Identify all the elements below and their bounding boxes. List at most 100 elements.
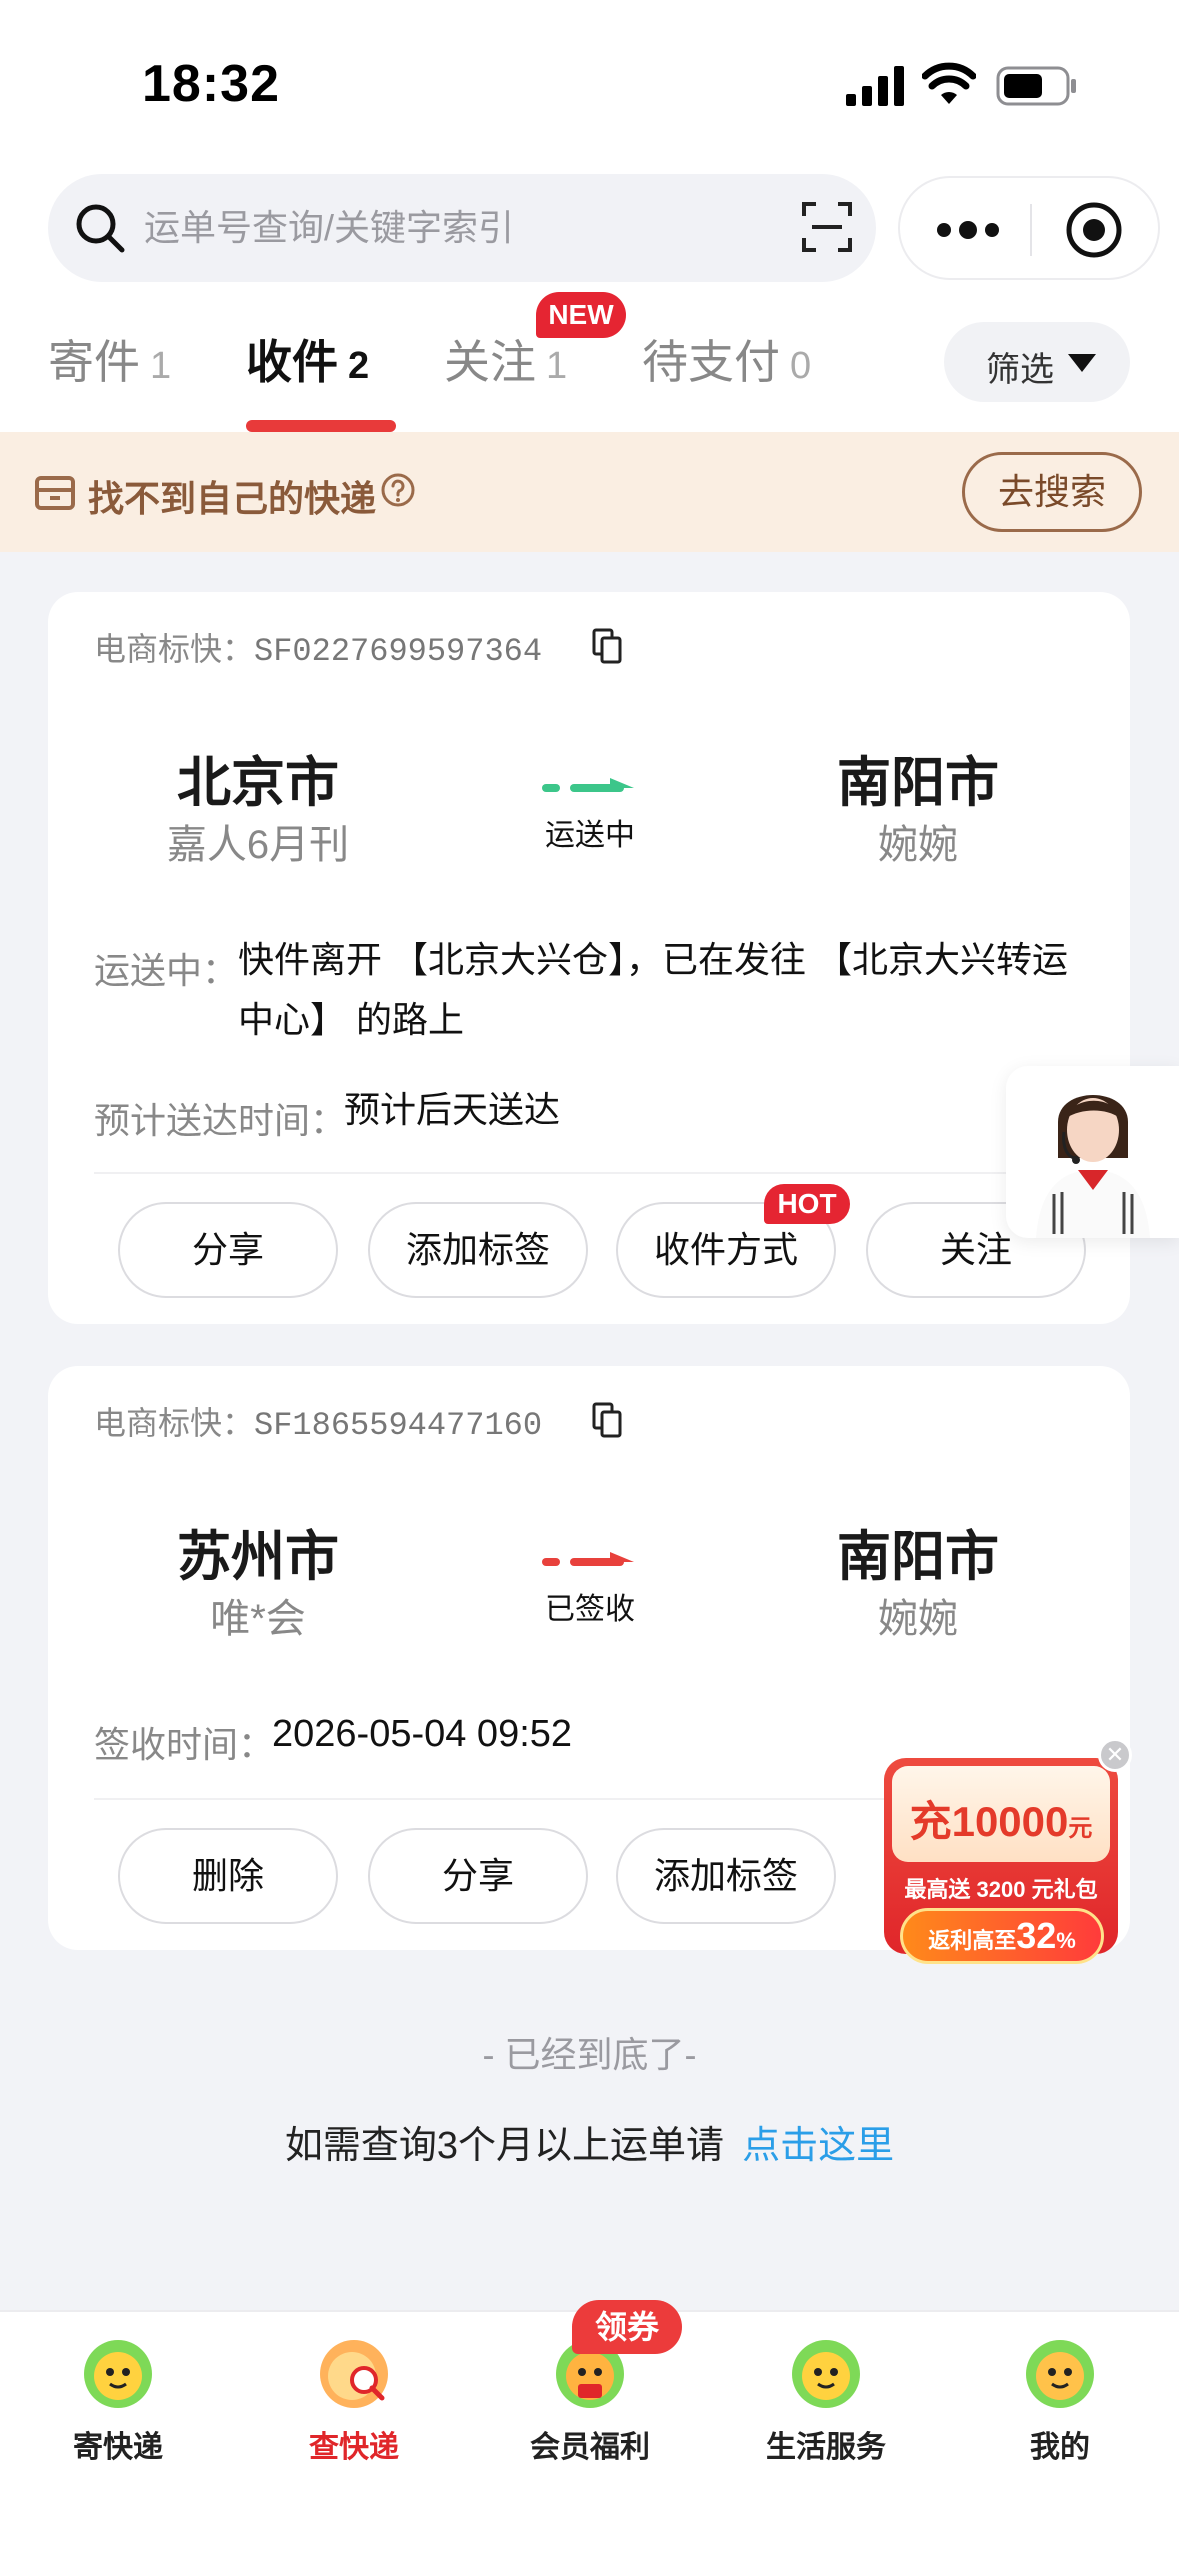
transit-arrow-icon (542, 778, 634, 792)
promo-amount-unit: 元 (1068, 1815, 1093, 1842)
new-badge: NEW (536, 292, 626, 338)
promo-body: 充10000元 最高送 3200 元礼包 返利高至32% (884, 1758, 1118, 1964)
battery-icon (996, 66, 1076, 106)
tab-pending-label: 待支付 (642, 336, 780, 388)
waybill-type: 电商标快： (94, 1405, 255, 1441)
status-time: 18:32 (142, 55, 280, 113)
rebate-unit: % (1056, 1928, 1076, 1953)
caret-down-icon (1068, 354, 1096, 372)
box-icon (35, 476, 75, 510)
sender-name: 嘉人6月刊 (166, 823, 350, 867)
shipment-status: 已签收 (545, 1593, 635, 1626)
active-tab-indicator (246, 420, 396, 432)
promo-rebate: 返利高至32% (900, 1908, 1104, 1964)
tab-receive-count: 2 (348, 345, 370, 387)
help-icon[interactable] (380, 472, 416, 508)
close-icon[interactable]: ✕ (1098, 1738, 1132, 1772)
life-services-icon (792, 2340, 860, 2408)
signed-time-label: 签收时间： (94, 1724, 275, 1765)
signed-time-value: 2026-05-04 09:52 (272, 1713, 573, 1755)
copy-icon[interactable] (592, 1402, 622, 1438)
tab-send[interactable]: 寄件 1 (48, 326, 171, 392)
share-button[interactable]: 分享 (368, 1828, 588, 1924)
promo-gift-text: 最高送 3200 元礼包 (904, 1877, 1098, 1902)
promo-amount: 充10000元 (892, 1788, 1110, 1849)
origin-city: 北京市 (177, 753, 339, 813)
search-icon (76, 204, 125, 253)
tab-send-label: 寄件 (48, 336, 140, 388)
wifi-icon (922, 62, 976, 104)
tab-follow-count: 1 (546, 345, 568, 387)
coupon-badge[interactable]: 领券 (572, 2300, 682, 2354)
waybill-type: 电商标快： (94, 631, 255, 667)
sender-name: 唯*会 (210, 1597, 306, 1641)
rebate-prefix: 返利高至 (928, 1928, 1017, 1953)
capsule-divider (1030, 204, 1032, 256)
status-bar: 18:32 (0, 0, 1179, 160)
waybill-number: SF0227699597364 (254, 633, 543, 670)
recharge-promo[interactable]: 充10000元 最高送 3200 元礼包 返利高至32% ✕ (884, 1738, 1132, 1980)
tab-pending-count: 0 (790, 345, 812, 387)
missing-package-notice: 找不到自己的快递 去搜索 (0, 432, 1179, 552)
cellular-signal-icon (846, 66, 904, 106)
copy-icon[interactable] (592, 628, 622, 664)
shipment-card[interactable]: 电商标快：SF0227699597364 北京市 嘉人6月刊 运送中 南阳市 婉… (48, 592, 1130, 1324)
nav-track-express[interactable]: 查快递 (254, 2322, 454, 2472)
customer-service-avatar-icon (1036, 1095, 1150, 1238)
notice-text: 找不到自己的快递 (88, 478, 377, 519)
rebate-value: 32 (1016, 1915, 1057, 1956)
waybill-info: 电商标快：SF1865594477160 (94, 1398, 542, 1444)
scan-icon[interactable] (800, 200, 854, 254)
add-tag-button[interactable]: 添加标签 (616, 1828, 836, 1924)
promo-amount-value: 充10000 (909, 1798, 1069, 1845)
older-waybill-text: 如需查询3个月以上运单请 (284, 2125, 725, 2167)
tab-receive[interactable]: 收件 2 (246, 326, 369, 392)
nav-mine[interactable]: 我的 (960, 2322, 1160, 2472)
delete-button[interactable]: 删除 (118, 1828, 338, 1924)
customer-service-float[interactable] (1006, 1066, 1179, 1238)
tab-receive-label: 收件 (246, 336, 338, 388)
promo-header: 充10000元 (892, 1766, 1110, 1862)
receiver-name: 婉婉 (878, 823, 958, 867)
eta-value: 预计后天送达 (344, 1089, 561, 1130)
detail-line-2: 中心】 的路上 (238, 999, 465, 1040)
nav-label: 查快递 (309, 2431, 399, 2464)
card-divider (94, 1172, 1084, 1174)
end-of-list-text: - 已经到底了- (482, 2034, 697, 2075)
close-target-icon[interactable] (1064, 200, 1124, 260)
search-input[interactable] (144, 198, 784, 258)
profile-icon (1026, 2340, 1094, 2408)
tab-pending-payment[interactable]: 待支付 0 (642, 326, 811, 392)
nav-send-express[interactable]: 寄快递 (18, 2322, 218, 2472)
nav-life-services[interactable]: 生活服务 (726, 2322, 926, 2472)
click-here-link[interactable]: 点击这里 (742, 2125, 894, 2167)
add-tag-button[interactable]: 添加标签 (368, 1202, 588, 1298)
more-dots-icon[interactable] (936, 216, 1000, 244)
nav-label: 会员福利 (530, 2431, 650, 2464)
older-waybill-hint: 如需查询3个月以上运单请 点击这里 (0, 2114, 1179, 2169)
go-search-button[interactable]: 去搜索 (962, 452, 1142, 532)
destination-city: 南阳市 (837, 1527, 999, 1587)
track-express-icon (320, 2340, 388, 2408)
detail-label: 运送中： (94, 950, 239, 991)
delivered-arrow-icon (542, 1552, 634, 1566)
tab-send-count: 1 (150, 345, 172, 387)
send-express-icon (84, 2340, 152, 2408)
share-button[interactable]: 分享 (118, 1202, 338, 1298)
mini-program-capsule (898, 176, 1160, 280)
destination-city: 南阳市 (837, 753, 999, 813)
waybill-info: 电商标快：SF0227699597364 (94, 624, 542, 670)
nav-label: 寄快递 (73, 2431, 163, 2464)
filter-button[interactable]: 筛选 (944, 322, 1130, 402)
filter-label: 筛选 (986, 351, 1054, 389)
search-bar[interactable] (48, 174, 876, 282)
nav-label: 我的 (1030, 2431, 1090, 2464)
waybill-number: SF1865594477160 (254, 1407, 543, 1444)
shipment-status: 运送中 (545, 819, 635, 852)
tab-follow-label: 关注 (444, 336, 536, 388)
hot-badge: HOT (764, 1184, 850, 1224)
detail-line-1: 快件离开 【北京大兴仓】，已在发往 【北京大兴转运 (238, 939, 1069, 980)
nav-label: 生活服务 (766, 2431, 886, 2464)
receiver-name: 婉婉 (878, 1597, 958, 1641)
origin-city: 苏州市 (177, 1527, 339, 1587)
